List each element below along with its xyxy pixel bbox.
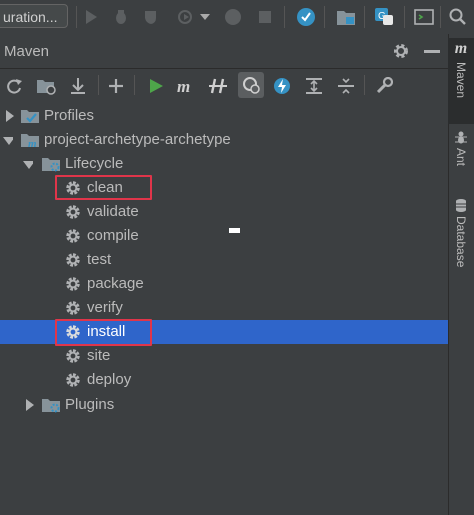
phase-label: deploy xyxy=(87,371,132,388)
run-icon[interactable] xyxy=(82,8,100,26)
generate-sources-icon[interactable] xyxy=(36,76,56,96)
ant-stripe-label: Ant xyxy=(454,148,468,167)
toolbar-divider xyxy=(324,6,325,28)
lifecycle-phase-test[interactable]: test xyxy=(0,248,448,272)
highlight-box-clean xyxy=(55,175,152,200)
phase-label: verify xyxy=(87,299,123,316)
run-with-coverage-icon[interactable] xyxy=(142,8,160,26)
terminal-icon[interactable] xyxy=(414,8,434,26)
gear-icon xyxy=(66,229,80,243)
maven-stripe-label: Maven xyxy=(454,62,468,99)
database-stripe-button[interactable]: Database xyxy=(448,198,474,288)
tree-node-label: Profiles xyxy=(44,107,95,124)
gear-icon[interactable] xyxy=(392,42,410,60)
lifecycle-phase-compile[interactable]: compile xyxy=(0,224,448,248)
collapse-arrow-icon[interactable] xyxy=(23,160,33,172)
expand-arrow-icon[interactable] xyxy=(25,399,35,411)
debug-icon[interactable] xyxy=(112,8,130,26)
download-icon[interactable] xyxy=(68,76,88,96)
run-configuration-dropdown[interactable]: uration... xyxy=(0,4,68,28)
profiles-folder-icon xyxy=(21,110,39,123)
expand-arrow-icon[interactable] xyxy=(5,110,15,122)
project-structure-icon[interactable] xyxy=(336,8,356,26)
skip-tests-toggle-button[interactable] xyxy=(238,72,264,98)
database-stripe-label: Database xyxy=(454,216,468,268)
svg-text:m: m xyxy=(177,77,190,95)
toolbar-divider xyxy=(364,6,365,28)
reload-icon[interactable] xyxy=(4,76,24,96)
stop-circle-icon[interactable] xyxy=(224,8,242,26)
expand-all-icon[interactable] xyxy=(304,76,324,96)
gear-icon xyxy=(66,373,80,387)
gear-icon xyxy=(66,349,80,363)
gear-icon xyxy=(66,301,80,315)
update-check-icon[interactable] xyxy=(296,7,316,27)
maven-stripe-button[interactable]: m Maven xyxy=(448,38,474,124)
ant-icon xyxy=(455,131,467,144)
toolbar-divider xyxy=(98,75,99,95)
toolbar-divider xyxy=(76,6,77,28)
show-dependencies-icon[interactable] xyxy=(272,76,292,96)
gear-icon xyxy=(66,253,80,267)
svg-text:m: m xyxy=(28,138,37,148)
maven-module-icon: m xyxy=(21,134,39,148)
phase-label: package xyxy=(87,275,144,292)
ant-stripe-button[interactable]: Ant xyxy=(448,130,474,190)
phase-label: test xyxy=(87,251,112,268)
text-cursor-mark xyxy=(229,228,240,233)
lifecycle-phase-deploy[interactable]: deploy xyxy=(0,368,448,392)
tool-window-title: Maven xyxy=(4,43,50,60)
phase-label: validate xyxy=(87,203,139,220)
toolbar-divider xyxy=(284,6,285,28)
profile-icon[interactable] xyxy=(176,8,194,26)
maven-projects-tree: Profiles m project-archetype-archetype L… xyxy=(0,101,448,515)
tree-node-lifecycle[interactable]: Lifecycle xyxy=(0,152,448,176)
execute-maven-goal-icon[interactable]: m xyxy=(176,76,200,96)
wrench-icon[interactable] xyxy=(374,76,394,96)
database-icon xyxy=(456,199,466,212)
tree-node-plugins[interactable]: Plugins xyxy=(0,393,448,417)
lifecycle-phase-site[interactable]: site xyxy=(0,344,448,368)
lifecycle-phase-verify[interactable]: verify xyxy=(0,296,448,320)
toolbar-divider xyxy=(404,6,405,28)
translate-icon[interactable]: G xyxy=(374,7,394,27)
tree-node-label: project-archetype-archetype xyxy=(44,131,231,148)
plugins-folder-icon xyxy=(42,399,60,413)
tree-node-profiles[interactable]: Profiles xyxy=(0,104,448,128)
main-toolbar: uration... G xyxy=(0,0,474,35)
tree-node-label: Plugins xyxy=(65,396,115,413)
tree-node-project[interactable]: m project-archetype-archetype xyxy=(0,128,448,152)
tool-window-header xyxy=(0,34,448,69)
collapse-arrow-icon[interactable] xyxy=(3,136,13,148)
skip-tests-icon xyxy=(243,77,260,94)
stop-icon[interactable] xyxy=(256,8,274,26)
hide-icon[interactable] xyxy=(424,50,440,53)
tree-node-label: Lifecycle xyxy=(65,155,124,172)
gear-icon xyxy=(66,205,80,219)
maven-icon: m xyxy=(454,40,468,57)
run-icon[interactable] xyxy=(146,76,166,96)
search-icon[interactable] xyxy=(448,8,468,26)
toolbar-divider xyxy=(440,6,441,28)
toolbar-divider xyxy=(364,75,365,95)
collapse-all-icon[interactable] xyxy=(336,76,356,96)
chevron-down-icon[interactable] xyxy=(198,8,212,26)
lifecycle-phase-package[interactable]: package xyxy=(0,272,448,296)
maven-toolbar: m xyxy=(0,69,448,102)
highlight-box-install xyxy=(55,319,152,346)
toolbar-divider xyxy=(134,75,135,95)
lifecycle-folder-icon xyxy=(42,158,60,172)
phase-label: site xyxy=(87,347,111,364)
lifecycle-phase-validate[interactable]: validate xyxy=(0,200,448,224)
add-icon[interactable] xyxy=(106,76,126,96)
gear-icon xyxy=(66,277,80,291)
phase-label: compile xyxy=(87,227,139,244)
toggle-offline-icon[interactable] xyxy=(208,76,228,96)
